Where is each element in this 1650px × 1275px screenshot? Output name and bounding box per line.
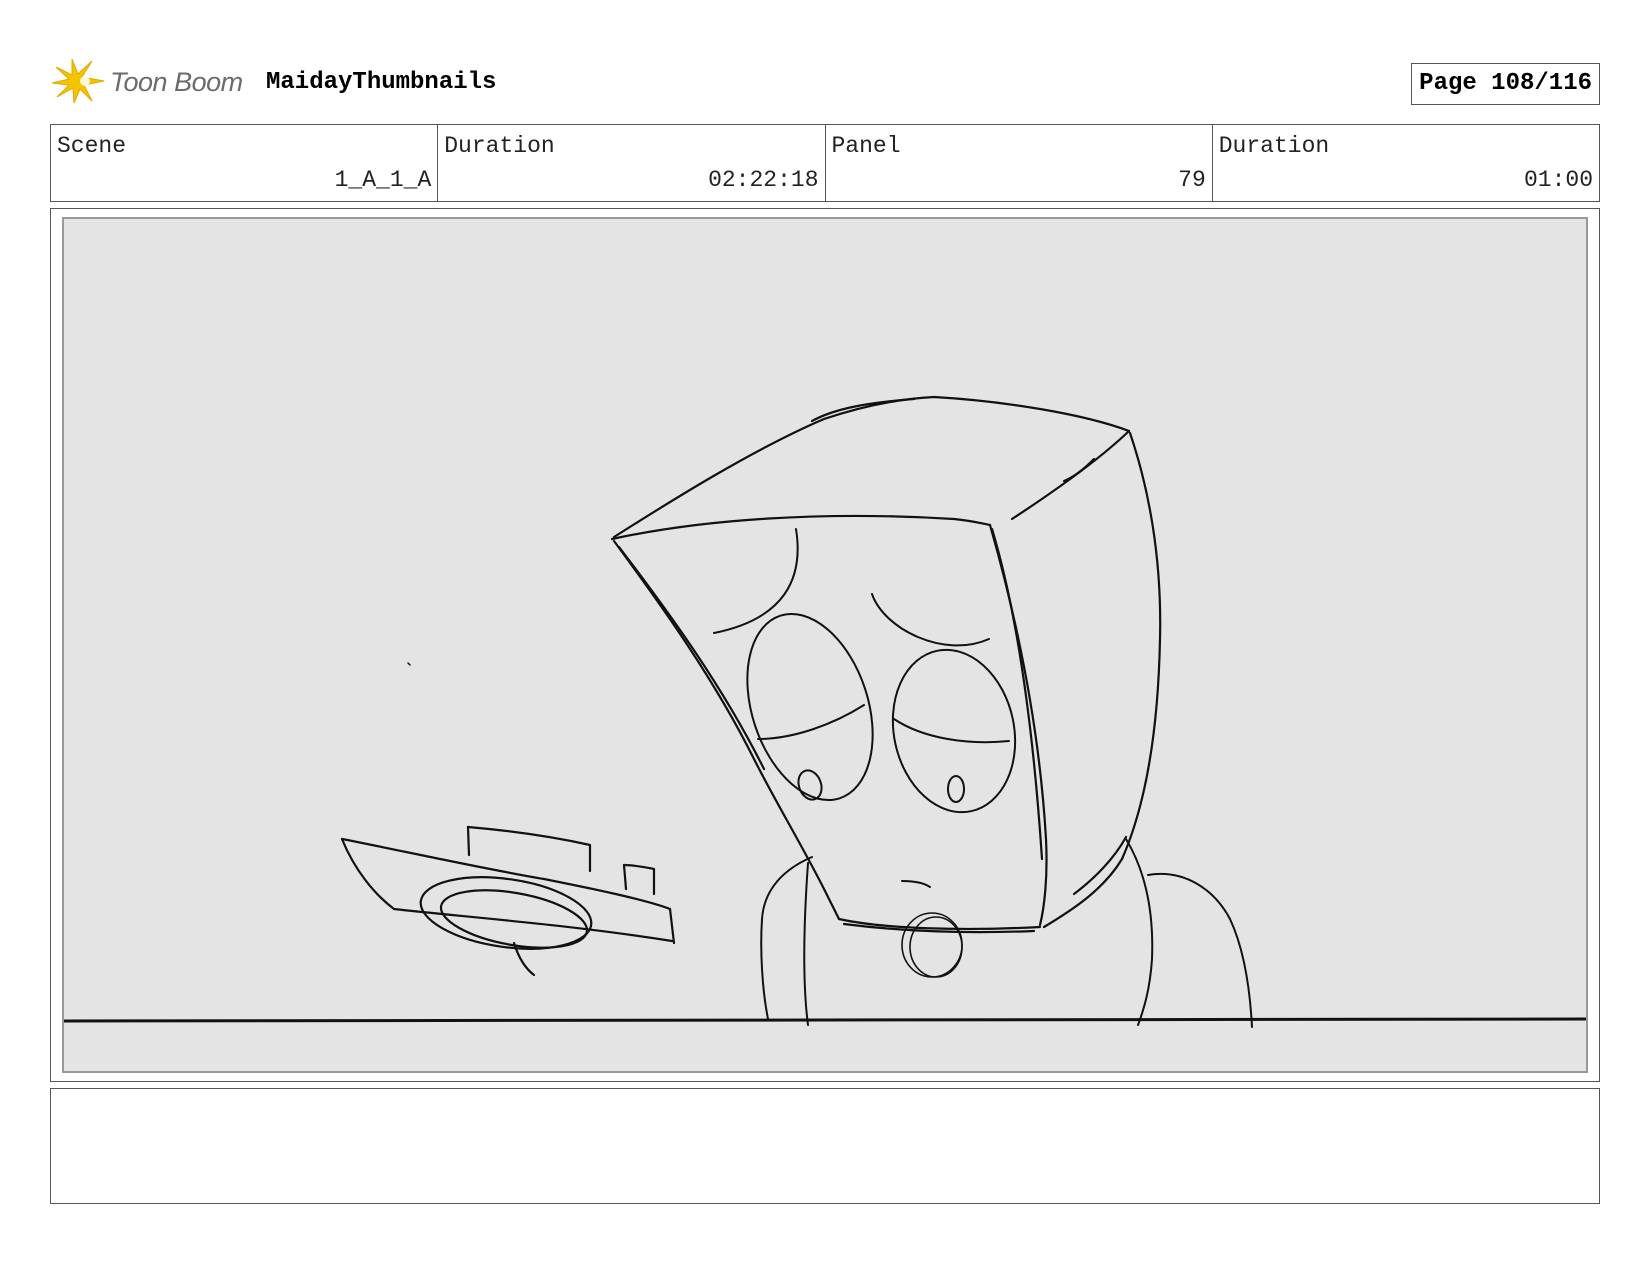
panel-value: 79 [1178, 167, 1206, 193]
logo-text: Toon Boom [110, 67, 243, 97]
right-pupil [947, 775, 965, 803]
project-title: MaidayThumbnails [266, 69, 497, 96]
left-eyelid [757, 704, 865, 740]
scene-duration-cell: Duration 02:22:18 [438, 125, 826, 201]
panel-frame [50, 208, 1600, 1082]
panel-sketch [62, 217, 1588, 1073]
left-eye [746, 612, 874, 802]
panel-cell: Panel 79 [826, 125, 1213, 201]
scene-duration-label: Duration [444, 133, 555, 159]
starburst-icon [52, 58, 105, 104]
mouth [901, 880, 931, 888]
scene-cell: Scene 1_A_1_A [51, 125, 439, 201]
scene-value: 1_A_1_A [334, 167, 432, 193]
collar-ring [901, 912, 963, 978]
scene-label: Scene [57, 133, 127, 159]
device-sketch [340, 825, 676, 977]
scene-duration-value: 02:22:18 [708, 167, 819, 193]
box-head [610, 395, 1162, 934]
panel-label: Panel [831, 133, 901, 159]
right-eyelid [893, 718, 1010, 744]
panel-duration-label: Duration [1218, 133, 1330, 159]
stray-mark [407, 662, 411, 666]
right-eye [891, 648, 1017, 814]
page-number: Page 108/116 [1411, 63, 1600, 105]
sketch-drawing [64, 395, 1586, 1028]
storyboard-header: Toon Boom MaidayThumbnails Page 108/116 [50, 55, 1600, 107]
panel-duration-value: 01:00 [1523, 167, 1593, 193]
left-pupil [797, 769, 823, 801]
left-brow [713, 528, 799, 634]
panel-duration-cell: Duration 01:00 [1213, 125, 1599, 201]
toon-boom-logo: Toon Boom [52, 57, 252, 105]
face [713, 528, 1017, 888]
panel-notes-box [50, 1088, 1600, 1204]
scene-info-table: Scene 1_A_1_A Duration 02:22:18 Panel 79… [50, 124, 1600, 202]
body [760, 838, 1253, 1028]
table-edge-line [64, 1017, 1586, 1023]
right-brow [871, 593, 990, 647]
